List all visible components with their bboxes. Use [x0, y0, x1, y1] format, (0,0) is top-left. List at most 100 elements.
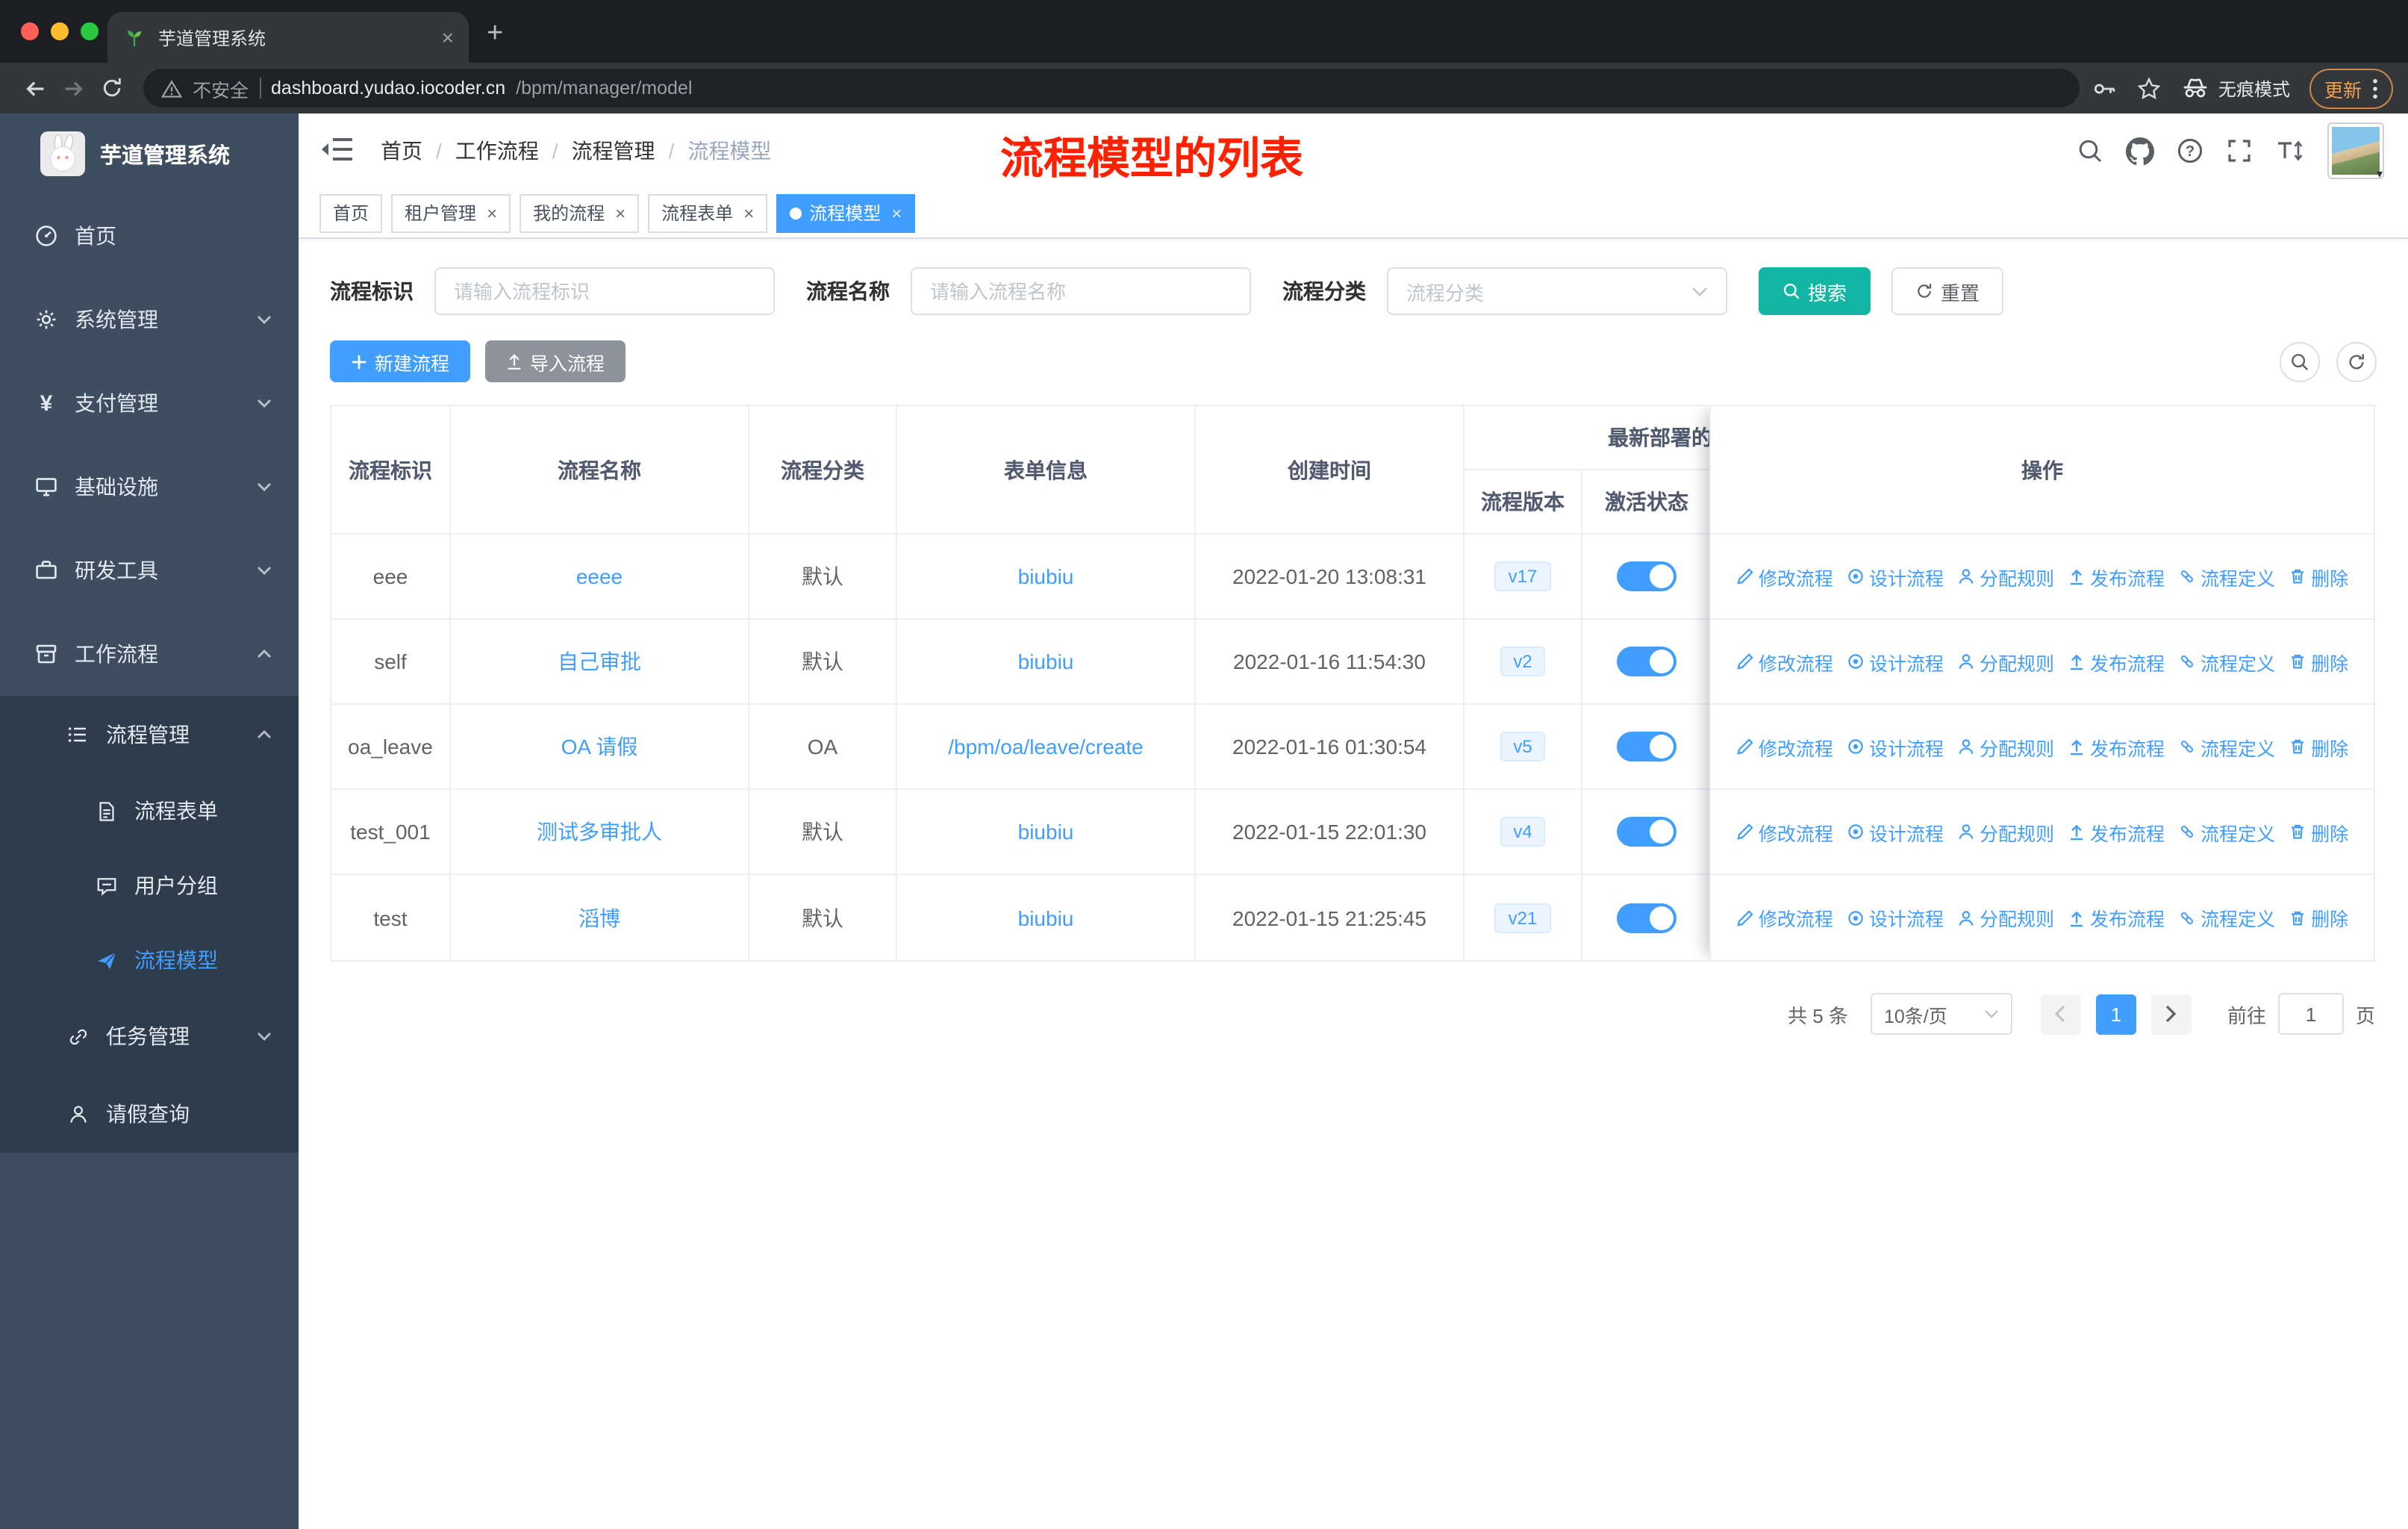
sidebar-item-process-model[interactable]: 流程模型	[0, 923, 299, 997]
github-icon[interactable]	[2126, 137, 2154, 165]
window-minimize-button[interactable]	[51, 22, 69, 40]
forward-icon[interactable]	[54, 69, 93, 108]
sidebar-item-leave-query[interactable]: 请假查询	[0, 1075, 299, 1153]
bookmark-star-icon[interactable]	[2136, 75, 2162, 101]
breadcrumb-item[interactable]: 工作流程	[455, 136, 539, 166]
form-info-link[interactable]: /bpm/oa/leave/create	[948, 735, 1144, 759]
active-toggle[interactable]	[1617, 647, 1676, 676]
update-chip[interactable]: 更新	[2309, 68, 2393, 108]
action-delete-link[interactable]: 删除	[2289, 903, 2348, 932]
fullscreen-icon[interactable]	[2226, 137, 2253, 164]
action-design-link[interactable]: 设计流程	[1847, 562, 1944, 591]
active-toggle[interactable]	[1617, 817, 1676, 847]
action-delete-link[interactable]: 删除	[2289, 562, 2348, 591]
model-name-link[interactable]: 滔博	[578, 903, 620, 932]
action-assign-link[interactable]: 分配规则	[1957, 903, 2054, 932]
action-publish-link[interactable]: 发布流程	[2068, 732, 2165, 761]
active-toggle[interactable]	[1617, 903, 1676, 932]
model-name-link[interactable]: OA 请假	[561, 732, 638, 762]
import-process-button[interactable]: 导入流程	[485, 340, 626, 382]
close-icon[interactable]: ×	[743, 202, 754, 223]
model-name-input[interactable]	[911, 267, 1251, 315]
close-icon[interactable]: ×	[891, 202, 902, 223]
sidebar-item-home[interactable]: 首页	[0, 194, 299, 278]
update-label[interactable]: 更新	[2324, 74, 2362, 102]
reset-button[interactable]: 重置	[1891, 267, 2004, 315]
hamburger-icon[interactable]	[319, 134, 355, 167]
tags-view-item[interactable]: 首页	[319, 193, 383, 232]
address-bar[interactable]: 不安全 dashboard.yudao.iocoder.cn/bpm/manag…	[143, 69, 2080, 108]
security-warning-icon[interactable]	[161, 78, 182, 98]
action-definition-link[interactable]: 流程定义	[2178, 903, 2275, 932]
close-icon[interactable]: ×	[487, 202, 497, 223]
active-toggle[interactable]	[1617, 561, 1676, 591]
tags-view-item[interactable]: 租户管理 ×	[391, 193, 511, 232]
action-assign-link[interactable]: 分配规则	[1957, 732, 2054, 761]
action-definition-link[interactable]: 流程定义	[2178, 647, 2275, 676]
page-number-button[interactable]: 1	[2095, 994, 2136, 1034]
model-name-link[interactable]: 测试多审批人	[537, 817, 662, 847]
new-tab-button[interactable]: +	[487, 18, 503, 51]
next-page-button[interactable]	[2150, 994, 2192, 1034]
action-definition-link[interactable]: 流程定义	[2178, 732, 2275, 761]
prev-page-button[interactable]	[2040, 994, 2081, 1034]
breadcrumb-item[interactable]: 流程管理	[572, 136, 655, 166]
action-edit-link[interactable]: 修改流程	[1736, 903, 1833, 932]
toggle-search-icon-button[interactable]	[2280, 341, 2320, 382]
security-label[interactable]: 不安全	[193, 74, 249, 102]
sidebar-item-workflow[interactable]: 工作流程	[0, 612, 299, 696]
action-edit-link[interactable]: 修改流程	[1736, 818, 1833, 846]
action-design-link[interactable]: 设计流程	[1847, 818, 1944, 846]
action-edit-link[interactable]: 修改流程	[1736, 647, 1833, 676]
model-id-input[interactable]	[434, 267, 775, 315]
window-zoom-button[interactable]	[81, 22, 99, 40]
action-publish-link[interactable]: 发布流程	[2068, 903, 2165, 932]
tab-close-icon[interactable]: ×	[442, 25, 454, 49]
action-definition-link[interactable]: 流程定义	[2178, 818, 2275, 846]
create-process-button[interactable]: 新建流程	[330, 340, 471, 382]
font-size-icon[interactable]	[2275, 139, 2305, 163]
action-assign-link[interactable]: 分配规则	[1957, 818, 2054, 846]
reload-icon[interactable]	[93, 69, 131, 108]
sidebar-logo[interactable]: 芋道管理系统	[0, 113, 299, 194]
tags-view-item[interactable]: 我的流程 ×	[520, 193, 640, 232]
page-size-select[interactable]: 10条/页	[1870, 993, 2012, 1035]
avatar[interactable]: ▾	[2327, 122, 2384, 181]
category-select[interactable]: 流程分类	[1387, 267, 1727, 315]
back-icon[interactable]	[15, 69, 54, 108]
sidebar-item-process-mgmt[interactable]: 流程管理	[0, 696, 299, 773]
action-design-link[interactable]: 设计流程	[1847, 732, 1944, 761]
action-assign-link[interactable]: 分配规则	[1957, 562, 2054, 591]
browser-tab[interactable]: 芋道管理系统 ×	[107, 12, 469, 63]
model-name-link[interactable]: eeee	[576, 564, 623, 588]
sidebar-item-user-group[interactable]: 用户分组	[0, 848, 299, 923]
search-button[interactable]: 搜索	[1759, 267, 1871, 315]
form-info-link[interactable]: biubiu	[1018, 650, 1074, 673]
help-icon[interactable]: ?	[2177, 137, 2203, 164]
breadcrumb-item[interactable]: 首页	[381, 136, 422, 166]
sidebar-item-system[interactable]: 系统管理	[0, 278, 299, 361]
refresh-table-icon-button[interactable]	[2336, 341, 2377, 382]
model-name-link[interactable]: 自己审批	[558, 647, 641, 676]
close-icon[interactable]: ×	[615, 202, 626, 223]
action-publish-link[interactable]: 发布流程	[2068, 562, 2165, 591]
action-edit-link[interactable]: 修改流程	[1736, 562, 1833, 591]
window-close-button[interactable]	[21, 22, 39, 40]
menu-dots-icon[interactable]	[2372, 77, 2378, 99]
tags-view-item[interactable]: 流程表单 ×	[648, 193, 768, 232]
sidebar-item-infra[interactable]: 基础设施	[0, 445, 299, 529]
form-info-link[interactable]: biubiu	[1018, 820, 1074, 844]
action-definition-link[interactable]: 流程定义	[2178, 562, 2275, 591]
action-assign-link[interactable]: 分配规则	[1957, 647, 2054, 676]
action-design-link[interactable]: 设计流程	[1847, 903, 1944, 932]
password-key-icon[interactable]	[2092, 75, 2117, 101]
sidebar-item-payment[interactable]: ¥ 支付管理	[0, 361, 299, 445]
sidebar-item-task-mgmt[interactable]: 任务管理	[0, 997, 299, 1075]
goto-page-input[interactable]	[2277, 993, 2344, 1035]
action-delete-link[interactable]: 删除	[2289, 732, 2348, 761]
action-design-link[interactable]: 设计流程	[1847, 647, 1944, 676]
form-info-link[interactable]: biubiu	[1018, 564, 1074, 588]
form-info-link[interactable]: biubiu	[1018, 906, 1074, 929]
action-delete-link[interactable]: 删除	[2289, 818, 2348, 846]
sidebar-item-devtools[interactable]: 研发工具	[0, 529, 299, 612]
